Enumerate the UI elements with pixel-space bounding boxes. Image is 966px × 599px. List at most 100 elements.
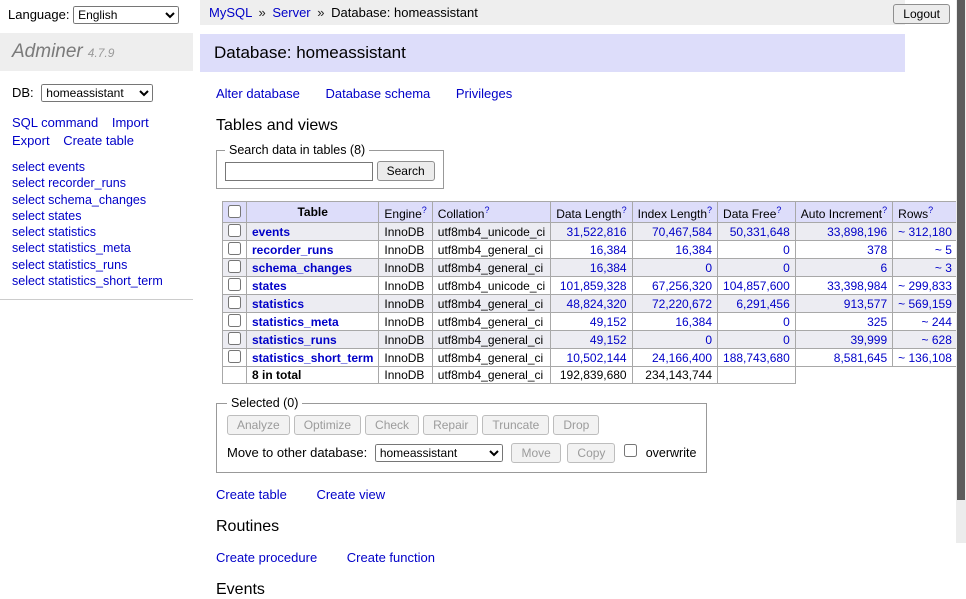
search-button[interactable]: Search bbox=[377, 161, 435, 181]
move-button[interactable]: Move bbox=[511, 443, 560, 463]
data-free-link[interactable]: 0 bbox=[783, 243, 790, 257]
data-length-link[interactable]: 16,384 bbox=[590, 261, 627, 275]
database-action-link[interactable]: Privileges bbox=[456, 86, 512, 101]
logout-button[interactable]: Logout bbox=[893, 4, 950, 24]
search-input[interactable] bbox=[225, 162, 373, 181]
table-name-link[interactable]: recorder_runs bbox=[252, 243, 333, 257]
auto-increment-link[interactable]: 325 bbox=[867, 315, 887, 329]
data-length-link[interactable]: 101,859,328 bbox=[560, 279, 627, 293]
column-help-link[interactable]: ? bbox=[422, 205, 427, 215]
data-free-link[interactable]: 50,331,648 bbox=[730, 225, 790, 239]
scrollbar[interactable] bbox=[956, 0, 966, 543]
sidebar-table-link[interactable]: select schema_changes bbox=[12, 193, 146, 207]
breadcrumb-mysql-link[interactable]: MySQL bbox=[209, 5, 252, 20]
table-name-link[interactable]: schema_changes bbox=[252, 261, 352, 275]
optimize-button[interactable]: Optimize bbox=[294, 415, 361, 435]
auto-increment-link[interactable]: 6 bbox=[880, 261, 887, 275]
table-name-link[interactable]: statistics bbox=[252, 297, 304, 311]
move-db-select[interactable]: homeassistant bbox=[375, 444, 503, 462]
sidebar-table-link[interactable]: select statistics_meta bbox=[12, 241, 131, 255]
database-action-link[interactable]: Alter database bbox=[216, 86, 300, 101]
index-length-link[interactable]: 0 bbox=[705, 261, 712, 275]
sidebar-action-link[interactable]: Import bbox=[112, 114, 149, 132]
sidebar-action-link[interactable]: Export bbox=[12, 132, 50, 150]
sidebar-table-link[interactable]: select statistics bbox=[12, 225, 96, 239]
db-select[interactable]: homeassistant bbox=[41, 84, 153, 102]
row-checkbox[interactable] bbox=[228, 278, 241, 291]
table-name-link[interactable]: statistics_short_term bbox=[252, 351, 373, 365]
routine-create-link[interactable]: Create function bbox=[347, 550, 435, 565]
sidebar-action-link[interactable]: Create table bbox=[63, 132, 134, 150]
sidebar-table-link[interactable]: select statistics_short_term bbox=[12, 274, 163, 288]
check-button[interactable]: Check bbox=[365, 415, 419, 435]
data-free-link[interactable]: 104,857,600 bbox=[723, 279, 790, 293]
auto-increment-link[interactable]: 33,398,984 bbox=[827, 279, 887, 293]
rows-link[interactable]: ~ 628 bbox=[922, 333, 952, 347]
rows-link[interactable]: ~ 299,833 bbox=[898, 279, 952, 293]
overwrite-checkbox[interactable] bbox=[624, 444, 637, 457]
table-name-link[interactable]: statistics_runs bbox=[252, 333, 337, 347]
database-action-link[interactable]: Database schema bbox=[325, 86, 430, 101]
auto-increment-link[interactable]: 33,898,196 bbox=[827, 225, 887, 239]
select-all-checkbox[interactable] bbox=[228, 205, 241, 218]
sidebar-table-link[interactable]: select events bbox=[12, 160, 85, 174]
column-help-link[interactable]: ? bbox=[484, 205, 489, 215]
auto-increment-link[interactable]: 378 bbox=[867, 243, 887, 257]
create-link[interactable]: Create view bbox=[316, 487, 385, 502]
data-free-link[interactable]: 6,291,456 bbox=[736, 297, 789, 311]
auto-increment-link[interactable]: 8,581,645 bbox=[834, 351, 887, 365]
column-help-link[interactable]: ? bbox=[776, 205, 781, 215]
row-checkbox[interactable] bbox=[228, 350, 241, 363]
row-checkbox[interactable] bbox=[228, 242, 241, 255]
repair-button[interactable]: Repair bbox=[423, 415, 478, 435]
rows-link[interactable]: ~ 5 bbox=[935, 243, 952, 257]
analyze-button[interactable]: Analyze bbox=[227, 415, 290, 435]
index-length-link[interactable]: 0 bbox=[705, 333, 712, 347]
row-checkbox[interactable] bbox=[228, 260, 241, 273]
auto-increment-link[interactable]: 39,999 bbox=[850, 333, 887, 347]
truncate-button[interactable]: Truncate bbox=[482, 415, 549, 435]
column-help-link[interactable]: ? bbox=[882, 205, 887, 215]
data-length-link[interactable]: 31,522,816 bbox=[567, 225, 627, 239]
rows-link[interactable]: ~ 136,108 bbox=[898, 351, 952, 365]
data-length-link[interactable]: 16,384 bbox=[590, 243, 627, 257]
rows-link[interactable]: ~ 244 bbox=[922, 315, 952, 329]
table-name-link[interactable]: states bbox=[252, 279, 287, 293]
index-length-link[interactable]: 24,166,400 bbox=[652, 351, 712, 365]
index-length-link[interactable]: 67,256,320 bbox=[652, 279, 712, 293]
rows-link[interactable]: ~ 3 bbox=[935, 261, 952, 275]
rows-link[interactable]: ~ 312,180 bbox=[898, 225, 952, 239]
data-free-link[interactable]: 0 bbox=[783, 315, 790, 329]
data-length-link[interactable]: 49,152 bbox=[590, 315, 627, 329]
breadcrumb-server-link[interactable]: Server bbox=[272, 5, 310, 20]
table-name-link[interactable]: events bbox=[252, 225, 290, 239]
column-help-link[interactable]: ? bbox=[928, 205, 933, 215]
data-free-link[interactable]: 0 bbox=[783, 261, 790, 275]
sidebar-table-link[interactable]: select recorder_runs bbox=[12, 176, 126, 190]
drop-button[interactable]: Drop bbox=[553, 415, 599, 435]
data-length-link[interactable]: 48,824,320 bbox=[567, 297, 627, 311]
column-help-link[interactable]: ? bbox=[622, 205, 627, 215]
language-select[interactable]: English bbox=[73, 6, 179, 24]
sidebar-table-link[interactable]: select statistics_runs bbox=[12, 258, 127, 272]
index-length-link[interactable]: 16,384 bbox=[675, 315, 712, 329]
index-length-link[interactable]: 72,220,672 bbox=[652, 297, 712, 311]
index-length-link[interactable]: 70,467,584 bbox=[652, 225, 712, 239]
index-length-link[interactable]: 16,384 bbox=[675, 243, 712, 257]
copy-button[interactable]: Copy bbox=[567, 443, 615, 463]
data-length-link[interactable]: 49,152 bbox=[590, 333, 627, 347]
scrollbar-thumb[interactable] bbox=[957, 0, 965, 500]
rows-link[interactable]: ~ 569,159 bbox=[898, 297, 952, 311]
row-checkbox[interactable] bbox=[228, 332, 241, 345]
column-help-link[interactable]: ? bbox=[707, 205, 712, 215]
sidebar-action-link[interactable]: SQL command bbox=[12, 114, 98, 132]
row-checkbox[interactable] bbox=[228, 314, 241, 327]
table-name-link[interactable]: statistics_meta bbox=[252, 315, 339, 329]
routine-create-link[interactable]: Create procedure bbox=[216, 550, 317, 565]
row-checkbox[interactable] bbox=[228, 296, 241, 309]
data-length-link[interactable]: 10,502,144 bbox=[567, 351, 627, 365]
data-free-link[interactable]: 188,743,680 bbox=[723, 351, 790, 365]
create-link[interactable]: Create table bbox=[216, 487, 287, 502]
data-free-link[interactable]: 0 bbox=[783, 333, 790, 347]
sidebar-table-link[interactable]: select states bbox=[12, 209, 81, 223]
